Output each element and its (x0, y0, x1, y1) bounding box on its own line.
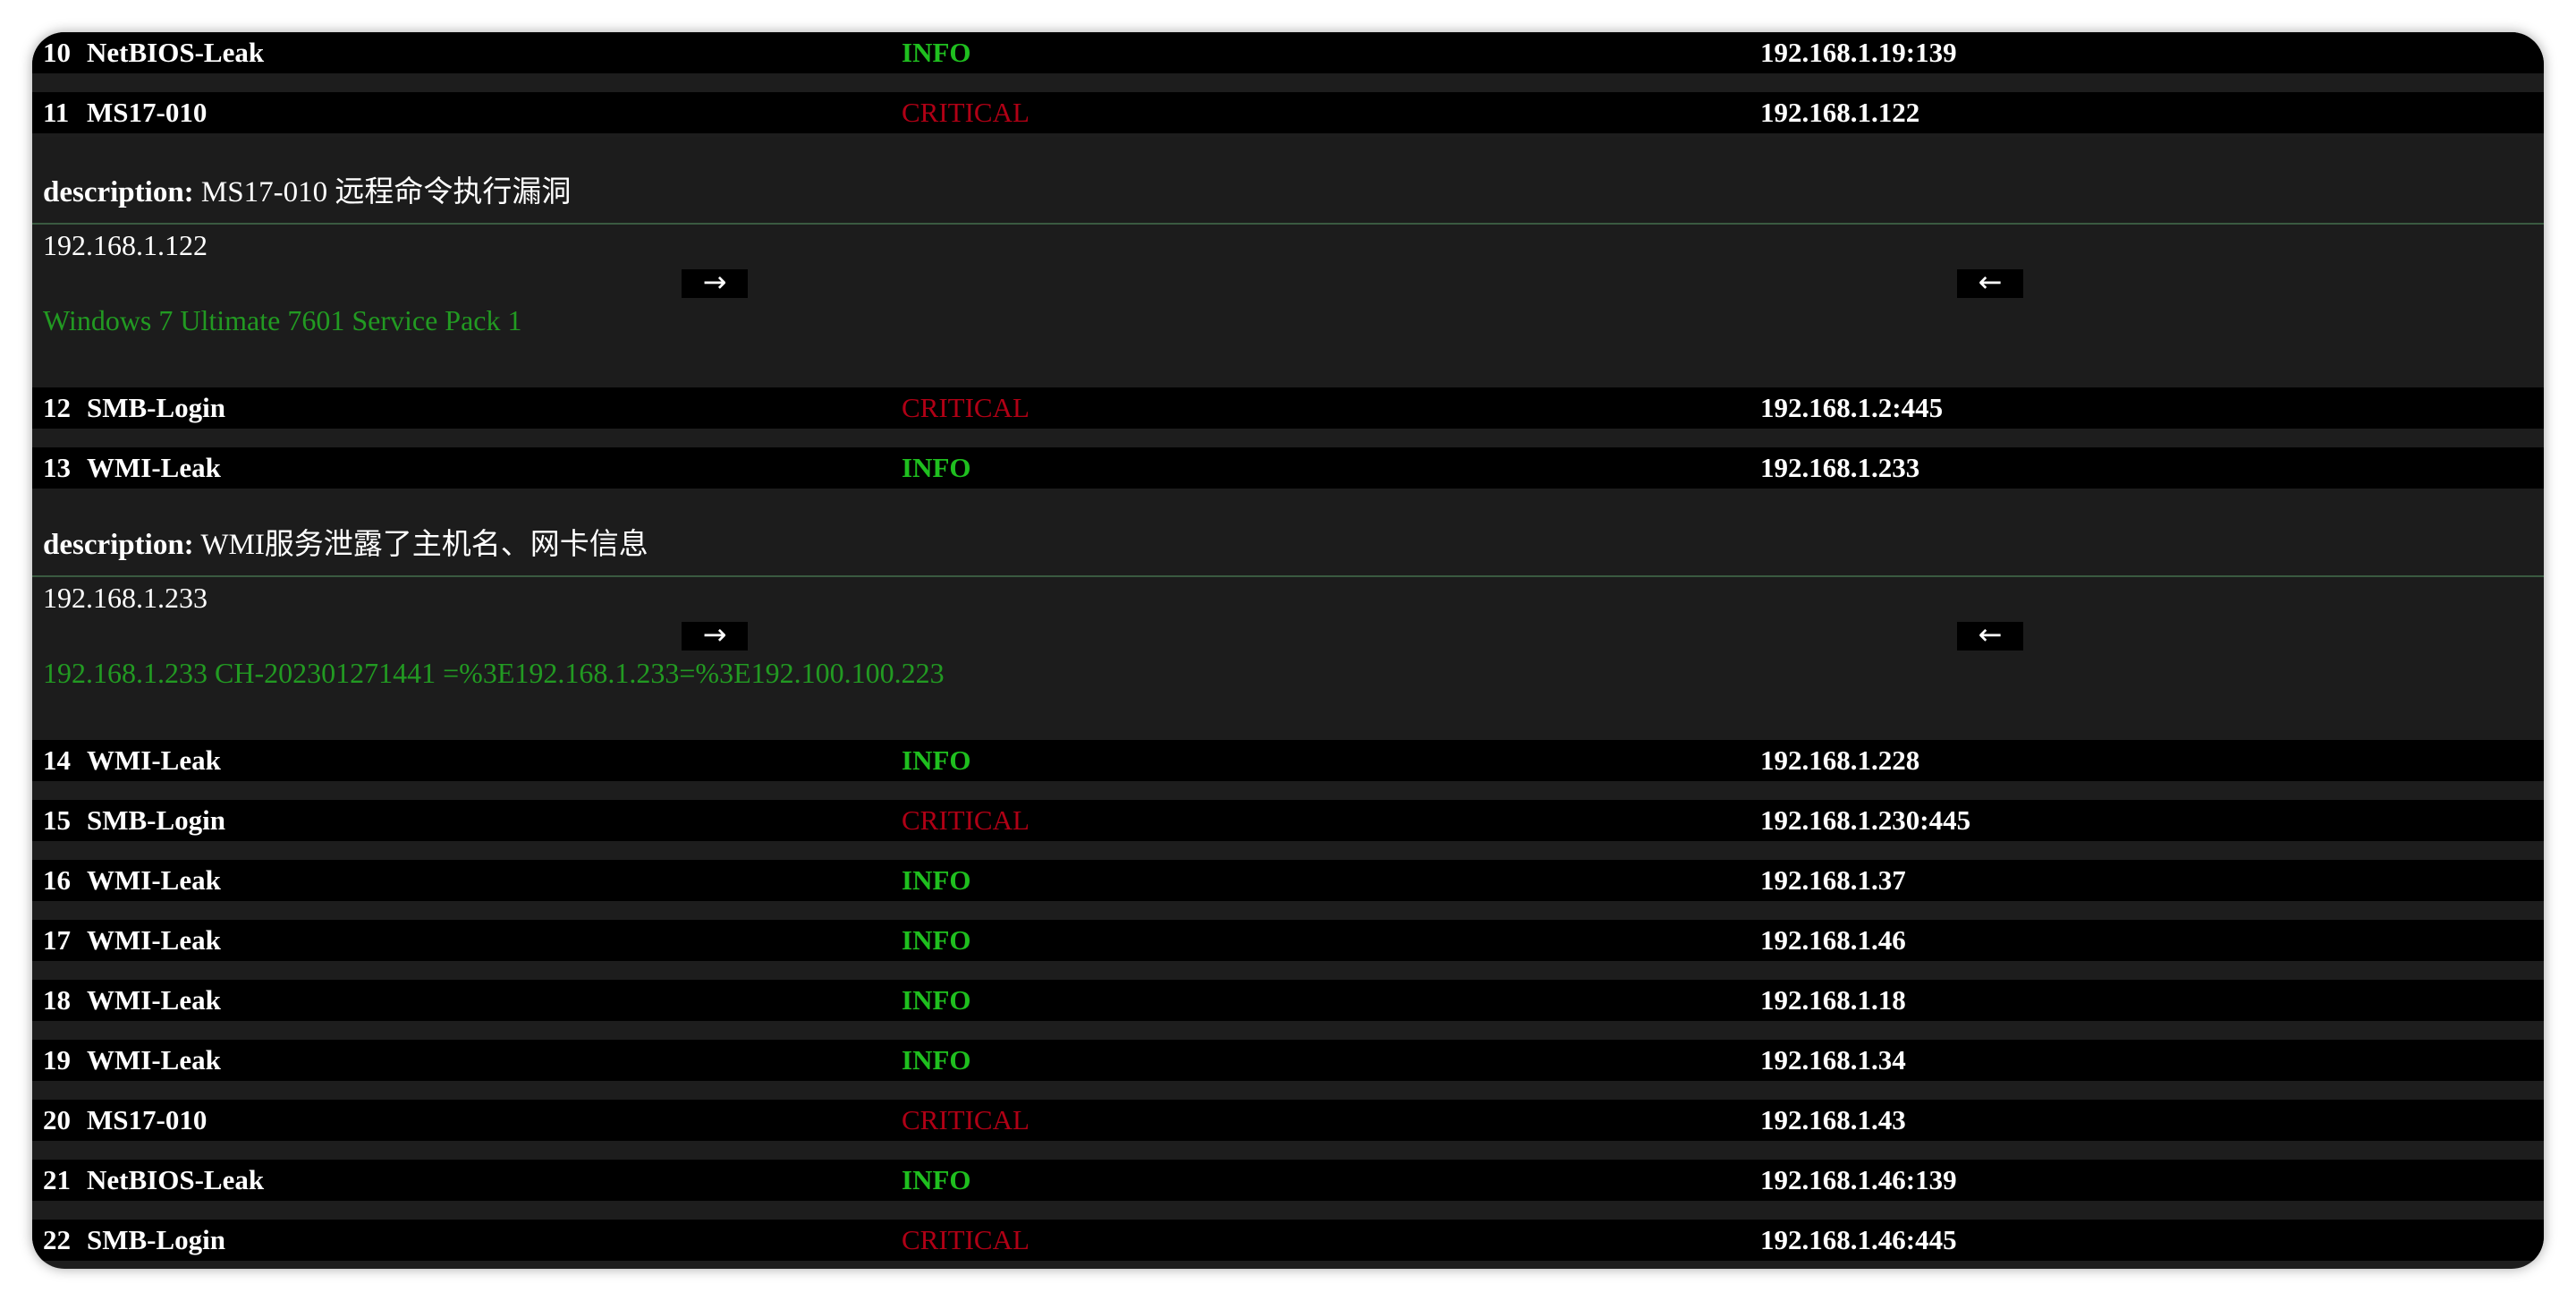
left-arrow-button[interactable]: ← (1957, 268, 2023, 298)
right-arrow-button[interactable]: → (682, 268, 748, 298)
vuln-target: 192.168.1.228 (1760, 744, 1920, 776)
vuln-target: 192.168.1.46:445 (1760, 1224, 1957, 1255)
vuln-name: NetBIOS-Leak (87, 37, 265, 68)
report-window: 10 NetBIOS-Leak INFO 192.168.1.19:139 11… (32, 32, 2544, 1269)
vuln-detail-panel: description: WMI服务泄露了主机名、网卡信息 192.168.1.… (32, 489, 2544, 740)
vuln-id: 16 (43, 864, 71, 896)
severity-badge: CRITICAL (902, 1104, 1030, 1135)
severity-badge: CRITICAL (902, 392, 1030, 423)
severity-badge: CRITICAL (902, 804, 1030, 836)
vuln-name: WMI-Leak (87, 1044, 221, 1076)
vuln-row[interactable]: 13 WMI-Leak INFO 192.168.1.233 (32, 447, 2544, 489)
vuln-target: 192.168.1.46 (1760, 924, 1906, 956)
vuln-name: MS17-010 (87, 97, 208, 128)
vuln-detail-panel: description: MS17-010 远程命令执行漏洞 192.168.1… (32, 137, 2544, 387)
severity-badge: INFO (902, 864, 971, 896)
description-text: MS17-010 远程命令执行漏洞 (193, 176, 572, 208)
severity-badge: INFO (902, 984, 971, 1016)
vuln-id: 19 (43, 1044, 71, 1076)
severity-badge: INFO (902, 1044, 971, 1076)
vuln-target: 192.168.1.18 (1760, 984, 1906, 1016)
vuln-description: description: WMI服务泄露了主机名、网卡信息 (43, 523, 648, 566)
severity-badge: INFO (902, 924, 971, 956)
description-label: description: (43, 176, 194, 208)
vuln-name: WMI-Leak (87, 452, 221, 483)
vuln-row[interactable]: 18 WMI-Leak INFO 192.168.1.18 (32, 980, 2544, 1021)
vuln-target: 192.168.1.19:139 (1760, 37, 1957, 68)
vuln-target: 192.168.1.230:445 (1760, 804, 1971, 836)
vuln-row[interactable]: 22 SMB-Login CRITICAL 192.168.1.46:445 (32, 1220, 2544, 1261)
detail-divider (32, 575, 2544, 577)
right-arrow-button[interactable]: → (682, 620, 748, 650)
vuln-target: 192.168.1.46:139 (1760, 1164, 1957, 1195)
detail-info: 192.168.1.233 CH-202301271441 =%3E192.16… (43, 657, 945, 689)
vuln-id: 18 (43, 984, 71, 1016)
vuln-row[interactable]: 16 WMI-Leak INFO 192.168.1.37 (32, 860, 2544, 901)
detail-host: 192.168.1.122 (43, 229, 208, 261)
severity-badge: CRITICAL (902, 1224, 1030, 1255)
vuln-row[interactable]: 11 MS17-010 CRITICAL 192.168.1.122 (32, 92, 2544, 133)
vuln-id: 12 (43, 392, 71, 423)
vuln-name: WMI-Leak (87, 984, 221, 1016)
severity-badge: INFO (902, 452, 971, 483)
severity-badge: INFO (902, 37, 971, 68)
severity-badge: INFO (902, 1164, 971, 1195)
vuln-id: 13 (43, 452, 71, 483)
vuln-target: 192.168.1.43 (1760, 1104, 1906, 1135)
vuln-name: SMB-Login (87, 804, 226, 836)
vulnerability-report: 10 NetBIOS-Leak INFO 192.168.1.19:139 11… (32, 32, 2544, 1269)
vuln-name: MS17-010 (87, 1104, 208, 1135)
vuln-id: 20 (43, 1104, 71, 1135)
vuln-name: WMI-Leak (87, 924, 221, 956)
vuln-target: 192.168.1.122 (1760, 97, 1920, 128)
vuln-name: NetBIOS-Leak (87, 1164, 265, 1195)
vuln-description: description: MS17-010 远程命令执行漏洞 (43, 171, 571, 214)
vuln-row[interactable]: 12 SMB-Login CRITICAL 192.168.1.2:445 (32, 387, 2544, 429)
vuln-row[interactable]: 17 WMI-Leak INFO 192.168.1.46 (32, 920, 2544, 961)
vuln-row[interactable]: 15 SMB-Login CRITICAL 192.168.1.230:445 (32, 800, 2544, 841)
detail-info: Windows 7 Ultimate 7601 Service Pack 1 (43, 304, 522, 336)
vuln-id: 22 (43, 1224, 71, 1255)
vuln-target: 192.168.1.2:445 (1760, 392, 1944, 423)
detail-host: 192.168.1.233 (43, 582, 208, 614)
vuln-id: 14 (43, 744, 71, 776)
vuln-row[interactable]: 20 MS17-010 CRITICAL 192.168.1.43 (32, 1100, 2544, 1141)
vuln-row[interactable]: 19 WMI-Leak INFO 192.168.1.34 (32, 1040, 2544, 1081)
vuln-name: SMB-Login (87, 1224, 226, 1255)
severity-badge: INFO (902, 744, 971, 776)
vuln-target: 192.168.1.34 (1760, 1044, 1906, 1076)
vuln-id: 11 (43, 97, 70, 128)
description-text: WMI服务泄露了主机名、网卡信息 (193, 529, 648, 561)
vuln-id: 10 (43, 37, 71, 68)
vuln-name: WMI-Leak (87, 864, 221, 896)
vuln-name: SMB-Login (87, 392, 226, 423)
vuln-name: WMI-Leak (87, 744, 221, 776)
vuln-id: 15 (43, 804, 71, 836)
detail-divider (32, 223, 2544, 225)
vuln-row[interactable]: 14 WMI-Leak INFO 192.168.1.228 (32, 740, 2544, 781)
vuln-id: 21 (43, 1164, 71, 1195)
vuln-target: 192.168.1.37 (1760, 864, 1906, 896)
description-label: description: (43, 529, 194, 561)
vuln-id: 17 (43, 924, 71, 956)
severity-badge: CRITICAL (902, 97, 1030, 128)
vuln-row[interactable]: 21 NetBIOS-Leak INFO 192.168.1.46:139 (32, 1160, 2544, 1201)
left-arrow-button[interactable]: ← (1957, 620, 2023, 650)
vuln-row[interactable]: 10 NetBIOS-Leak INFO 192.168.1.19:139 (32, 32, 2544, 73)
vuln-target: 192.168.1.233 (1760, 452, 1920, 483)
